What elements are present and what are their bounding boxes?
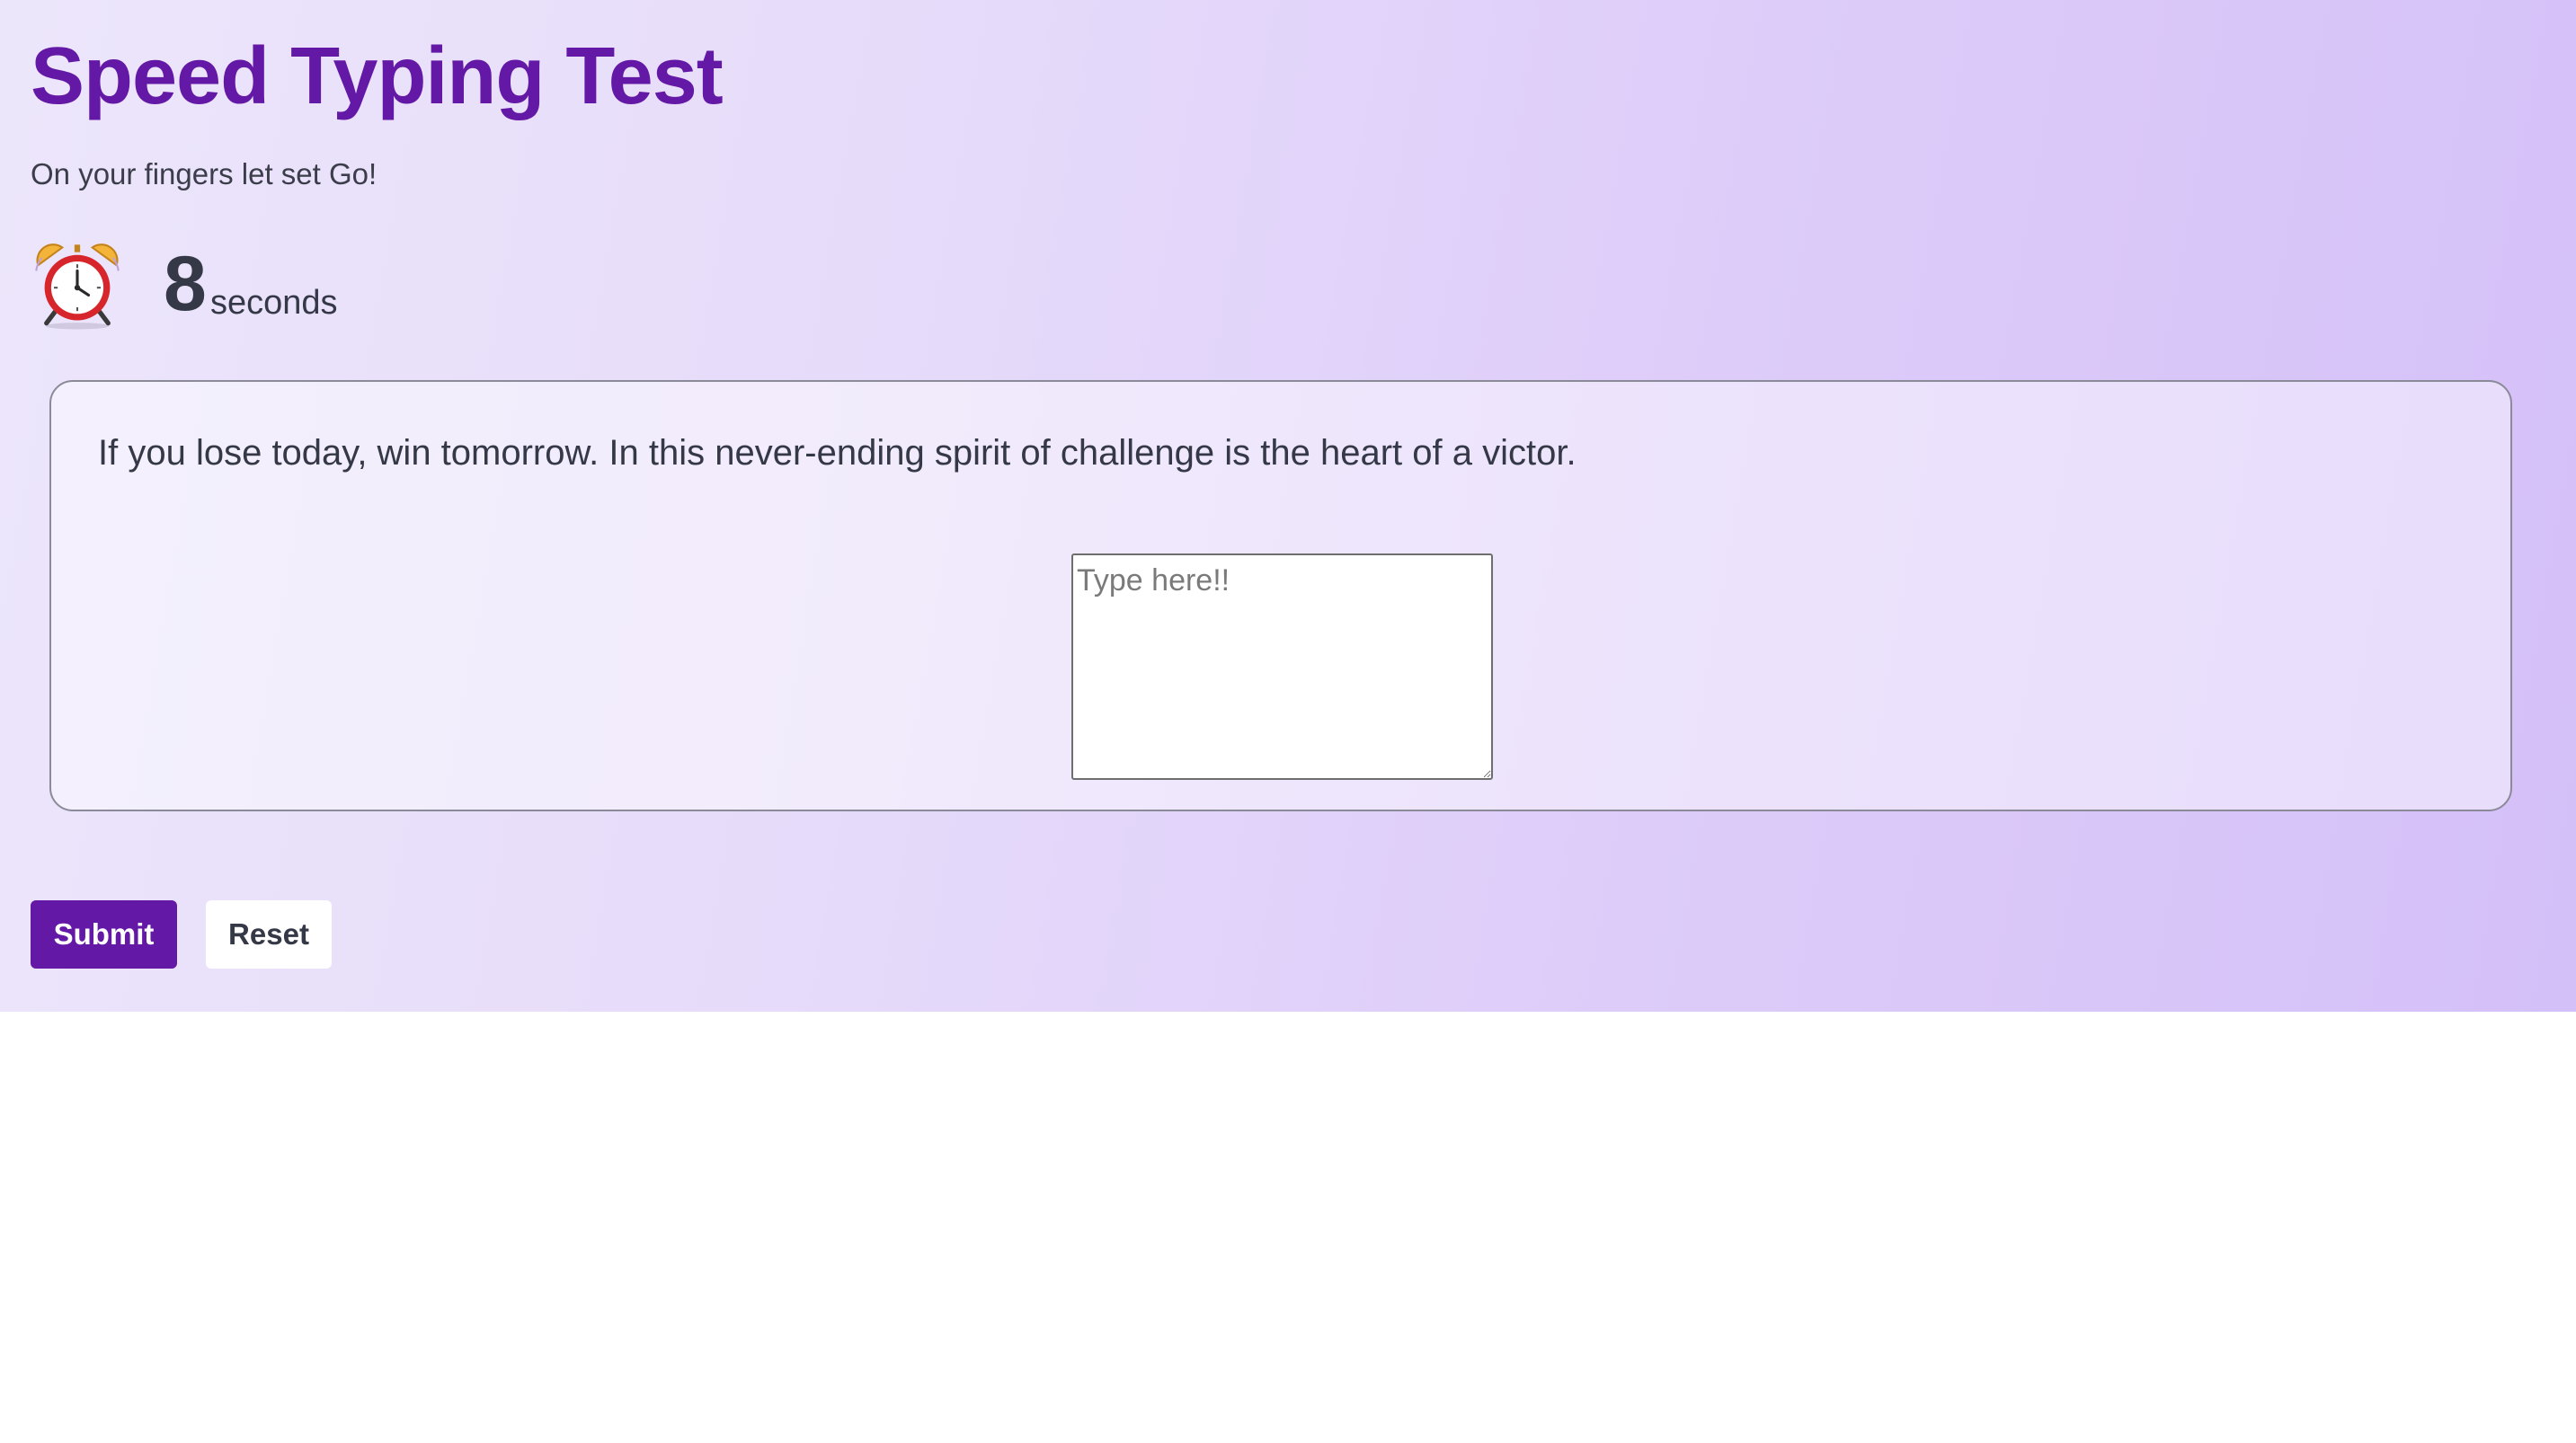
app-container: Speed Typing Test On your fingers let se… bbox=[0, 0, 2576, 1012]
timer: 8 seconds bbox=[31, 235, 570, 334]
page-title: Speed Typing Test bbox=[31, 31, 724, 121]
alarm-clock-icon bbox=[35, 243, 120, 330]
timer-value: 8 bbox=[164, 241, 207, 327]
reset-button[interactable]: Reset bbox=[206, 900, 332, 969]
timer-unit: seconds bbox=[210, 284, 338, 322]
typing-input[interactable] bbox=[1071, 553, 1493, 780]
quote-text: If you lose today, win tomorrow. In this… bbox=[98, 433, 1577, 473]
submit-button[interactable]: Submit bbox=[31, 900, 177, 969]
page-subtitle: On your fingers let set Go! bbox=[31, 157, 378, 190]
typing-card: If you lose today, win tomorrow. In this… bbox=[49, 380, 2512, 811]
